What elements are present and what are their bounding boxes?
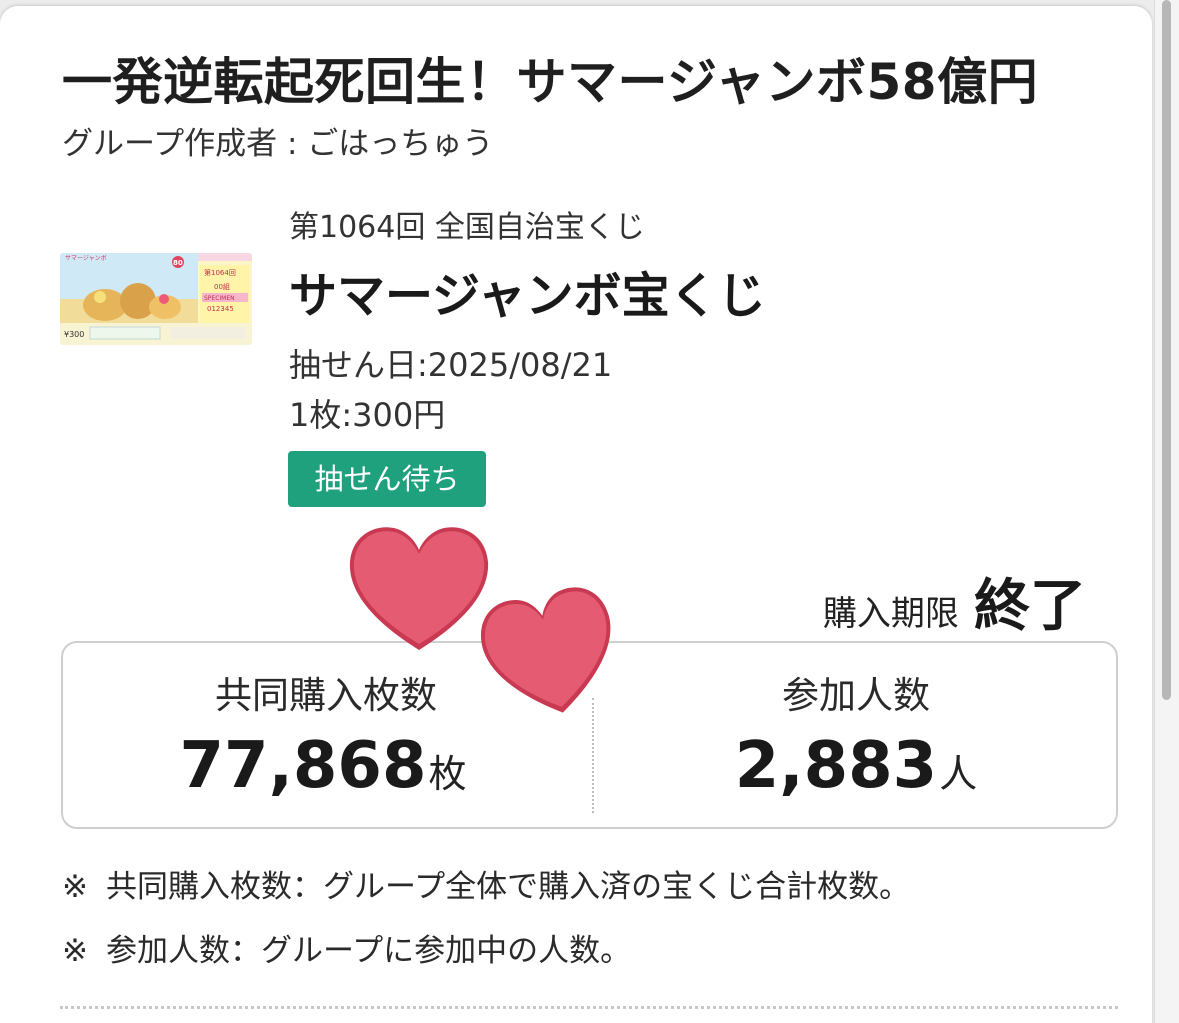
heart-icon <box>349 527 489 650</box>
section-divider <box>60 1006 1118 1009</box>
draw-date: 抽せん日:2025/08/21 <box>289 346 613 384</box>
note-mark: ※ <box>62 869 88 905</box>
ticket-price: 1枚:300円 <box>289 396 446 434</box>
purchased-count-unit: 枚 <box>428 752 467 796</box>
group-creator: グループ作成者 : ごはっちゅう <box>62 126 494 162</box>
purchased-count-row: 77,868枚 <box>63 729 589 803</box>
group-title: 一発逆転起死回生！サマージャンボ58億円 <box>62 53 1039 111</box>
lottery-ticket-image[interactable]: サマージャンボ 80 第1064回 00組 SPECIMEN 012345 ¥3… <box>60 253 252 345</box>
deadline-label: 購入期限 <box>822 594 959 634</box>
lottery-name[interactable]: サマージャンボ宝くじ <box>289 256 766 326</box>
group-card: 一発逆転起死回生！サマージャンボ58億円 グループ作成者 : ごはっちゅう サマ… <box>0 6 1152 1023</box>
note-text: 参加人数：グループに参加中の人数。 <box>105 933 632 969</box>
participants-row: 2,883人 <box>593 729 1119 803</box>
scrollbar[interactable] <box>1154 0 1179 1023</box>
ticket-header-text: サマージャンボ <box>65 254 107 262</box>
ticket-badge-text: 80 <box>173 259 183 267</box>
draw-number: 第1064回 全国自治宝くじ <box>289 210 645 245</box>
heart-icon <box>481 587 611 713</box>
purchase-deadline: 購入期限 終了 <box>823 561 1086 642</box>
scrollbar-thumb[interactable] <box>1162 0 1171 700</box>
participants-label: 参加人数 <box>782 674 930 717</box>
ticket-specimen-text: SPECIMEN <box>204 295 235 302</box>
ticket-price-text: ¥300 <box>64 330 84 339</box>
status-badge: 抽せん待ち <box>288 451 486 507</box>
participants-value: 2,883 <box>734 729 938 803</box>
participants-stat: 参加人数 2,883人 <box>593 643 1119 827</box>
ticket-group-text: 00組 <box>214 282 230 291</box>
page: 一発逆転起死回生！サマージャンボ58億円 グループ作成者 : ごはっちゅう サマ… <box>0 0 1179 1023</box>
note-text: 共同購入枚数：グループ全体で購入済の宝くじ合計枚数。 <box>105 869 911 905</box>
participants-unit: 人 <box>939 752 978 796</box>
lottery-ticket-illustration: サマージャンボ 80 第1064回 00組 SPECIMEN 012345 ¥3… <box>60 253 252 345</box>
ticket-serial-text: 012345 <box>207 305 234 313</box>
purchased-count-value: 77,868 <box>179 729 427 803</box>
deadline-value: 終了 <box>974 574 1086 639</box>
ticket-number-text: 第1064回 <box>204 268 236 277</box>
note-mark: ※ <box>62 933 88 969</box>
note-purchased-count: ※ 共同購入枚数：グループ全体で購入済の宝くじ合計枚数。 <box>62 861 910 906</box>
note-participants: ※ 参加人数：グループに参加中の人数。 <box>62 925 631 970</box>
